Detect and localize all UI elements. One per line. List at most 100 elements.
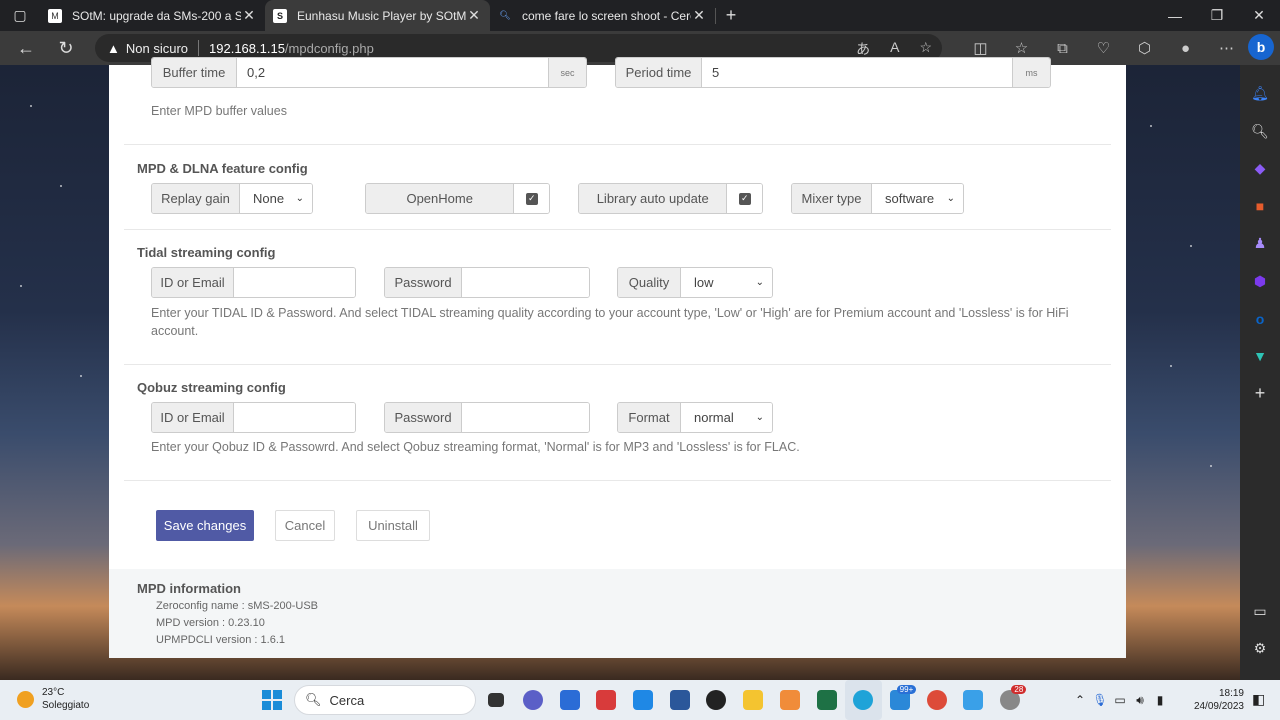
library-update-group: Library auto update ✓ bbox=[578, 183, 763, 214]
favicon-icon: M bbox=[48, 8, 62, 23]
hide-sidebar-icon[interactable]: ▭ bbox=[1240, 593, 1280, 631]
url-path: /mpdconfig.php bbox=[284, 40, 374, 56]
window-controls: — ❐ ✕ bbox=[1154, 0, 1280, 31]
tidal-quality-select[interactable]: low ⌄ bbox=[681, 268, 772, 297]
notifications-icon[interactable]: 🔔︎ bbox=[1240, 75, 1280, 113]
start-button-icon[interactable] bbox=[262, 690, 282, 710]
store-icon[interactable] bbox=[551, 680, 588, 720]
excel-icon[interactable] bbox=[808, 680, 845, 720]
microphone-icon[interactable]: 🎙︎ bbox=[1090, 693, 1110, 707]
more-options-icon[interactable]: ⋯ bbox=[1206, 39, 1247, 57]
word-icon[interactable] bbox=[661, 680, 698, 720]
calendar-icon[interactable] bbox=[625, 680, 662, 720]
gift-icon[interactable] bbox=[588, 680, 625, 720]
minimize-icon[interactable]: — bbox=[1154, 0, 1196, 31]
app-badge: 28 bbox=[1011, 685, 1027, 694]
buffer-time-input[interactable]: 0,2 bbox=[237, 58, 548, 87]
edge-icon[interactable] bbox=[844, 680, 882, 720]
edge-sidebar: 🔔︎ 🔍︎ ◆ ■ ♟ ⬢ o ▼ + ▭ ⚙ bbox=[1240, 65, 1280, 680]
file-explorer-icon[interactable] bbox=[735, 680, 772, 720]
mixer-type-select[interactable]: software ⌄ bbox=[872, 184, 963, 213]
clock[interactable]: 18:19 24/09/2023 bbox=[1192, 687, 1244, 713]
tab-sotm-upgrade[interactable]: M SOtM: upgrade da SMs-200 a SMs ✕ bbox=[40, 0, 265, 31]
taskbar-search[interactable]: 🔍︎ Cerca bbox=[294, 685, 476, 715]
qobuz-format-select[interactable]: normal ⌄ bbox=[681, 403, 772, 432]
openhome-checkbox[interactable]: ✓ bbox=[514, 184, 549, 213]
chrome-icon[interactable] bbox=[918, 680, 955, 720]
copilot-icon[interactable]: b bbox=[1248, 34, 1274, 60]
tidal-password-input[interactable] bbox=[462, 268, 589, 297]
search-icon[interactable]: 🔍︎ bbox=[1240, 113, 1280, 151]
tab-actions-icon[interactable]: ▢ bbox=[0, 0, 40, 31]
checkmark-icon: ✓ bbox=[738, 192, 751, 205]
task-view-icon[interactable] bbox=[478, 680, 515, 720]
period-time-input[interactable]: 5 bbox=[702, 58, 1012, 87]
library-update-label: Library auto update bbox=[579, 184, 728, 213]
close-tab-icon[interactable]: ✕ bbox=[691, 7, 707, 24]
favorite-star-icon[interactable]: ☆ bbox=[919, 39, 932, 59]
close-tab-icon[interactable]: ✕ bbox=[241, 7, 257, 24]
refresh-icon[interactable]: ↻ bbox=[46, 38, 86, 59]
whatsapp-icon[interactable]: 28 bbox=[992, 680, 1029, 720]
weather-condition: Soleggiato bbox=[42, 700, 90, 711]
maximize-icon[interactable]: ❐ bbox=[1196, 0, 1238, 31]
translate-icon[interactable]: あ bbox=[856, 39, 870, 59]
uninstall-button[interactable]: Uninstall bbox=[356, 510, 430, 541]
teams-chat-icon[interactable] bbox=[515, 680, 552, 720]
tidal-id-label: ID or Email bbox=[152, 268, 234, 297]
buffer-time-unit: sec bbox=[548, 58, 586, 87]
profile-avatar-icon[interactable]: ● bbox=[1165, 40, 1206, 57]
clock-time: 18:19 bbox=[1218, 688, 1244, 699]
save-changes-button[interactable]: Save changes bbox=[156, 510, 254, 541]
sidebar-settings-icon[interactable]: ⚙ bbox=[1240, 630, 1280, 668]
chevron-down-icon: ⌄ bbox=[755, 277, 764, 288]
mpd-information-title: MPD information bbox=[137, 581, 241, 596]
cancel-button[interactable]: Cancel bbox=[275, 510, 335, 541]
tidal-section-title: Tidal streaming config bbox=[137, 245, 276, 260]
tools-icon[interactable]: ■ bbox=[1240, 188, 1280, 226]
mail-icon[interactable]: 99+ bbox=[882, 680, 919, 720]
games-icon[interactable]: ♟ bbox=[1240, 225, 1280, 263]
read-aloud-icon[interactable]: A bbox=[890, 39, 899, 59]
close-tab-icon[interactable]: ✕ bbox=[466, 7, 482, 24]
tab-search[interactable]: 🔍︎ come fare lo screen shoot - Cerca ✕ bbox=[490, 0, 715, 31]
shopping-tag-icon[interactable]: ◆ bbox=[1240, 150, 1280, 188]
library-update-checkbox[interactable]: ✓ bbox=[727, 184, 762, 213]
upmpdcli-version: UPMPDCLI version : 1.6.1 bbox=[156, 634, 285, 646]
buffer-help-text: Enter MPD buffer values bbox=[151, 104, 287, 118]
network-icon[interactable]: ▭ bbox=[1110, 693, 1130, 707]
mpd-config-page: Buffer time 0,2 sec Period time 5 ms Ent… bbox=[109, 57, 1126, 658]
qobuz-password-input[interactable] bbox=[462, 403, 589, 432]
close-window-icon[interactable]: ✕ bbox=[1238, 0, 1280, 31]
tab-eunhasu[interactable]: S Eunhasu Music Player by SOtM e ✕ bbox=[265, 0, 490, 31]
media-player-icon[interactable] bbox=[772, 680, 809, 720]
qobuz-id-input[interactable] bbox=[234, 403, 355, 432]
tidal-help-text: Enter your TIDAL ID & Password. And sele… bbox=[151, 306, 1069, 338]
outlook-icon[interactable]: o bbox=[1240, 300, 1280, 338]
openhome-label: OpenHome bbox=[366, 184, 515, 213]
performance-icon[interactable]: ♡ bbox=[1083, 39, 1124, 57]
battery-icon[interactable]: ▮ bbox=[1150, 693, 1170, 707]
microsoft365-icon[interactable]: ⬢ bbox=[1240, 263, 1280, 301]
split-screen-icon[interactable]: ◫ bbox=[960, 39, 1001, 57]
new-tab-icon[interactable]: + bbox=[716, 5, 746, 26]
dlna-section-title: MPD & DLNA feature config bbox=[137, 161, 308, 176]
photos-icon[interactable] bbox=[955, 680, 992, 720]
show-hidden-icons[interactable]: ⌃ bbox=[1070, 693, 1090, 707]
mpd-version: MPD version : 0.23.10 bbox=[156, 617, 265, 629]
replay-gain-select[interactable]: None ⌄ bbox=[240, 184, 312, 213]
mixer-type-label: Mixer type bbox=[792, 184, 872, 213]
back-icon[interactable]: ← bbox=[6, 38, 46, 59]
add-sidebar-icon[interactable]: + bbox=[1240, 375, 1280, 413]
tidal-quality-label: Quality bbox=[618, 268, 681, 297]
extensions-icon[interactable]: ⬡ bbox=[1124, 39, 1165, 57]
weather-widget[interactable]: 23°C Soleggiato bbox=[17, 686, 89, 712]
tidal-quality-group: Quality low ⌄ bbox=[617, 267, 773, 298]
drop-icon[interactable]: ▼ bbox=[1240, 338, 1280, 376]
collections-icon[interactable]: ⧉ bbox=[1042, 40, 1083, 57]
tidal-id-input[interactable] bbox=[234, 268, 355, 297]
notification-center-icon[interactable]: ◧ bbox=[1252, 691, 1265, 708]
magnifier-icon[interactable] bbox=[698, 680, 735, 720]
volume-icon[interactable]: 🔊︎ bbox=[1130, 693, 1150, 708]
favorites-icon[interactable]: ☆ bbox=[1001, 39, 1042, 57]
